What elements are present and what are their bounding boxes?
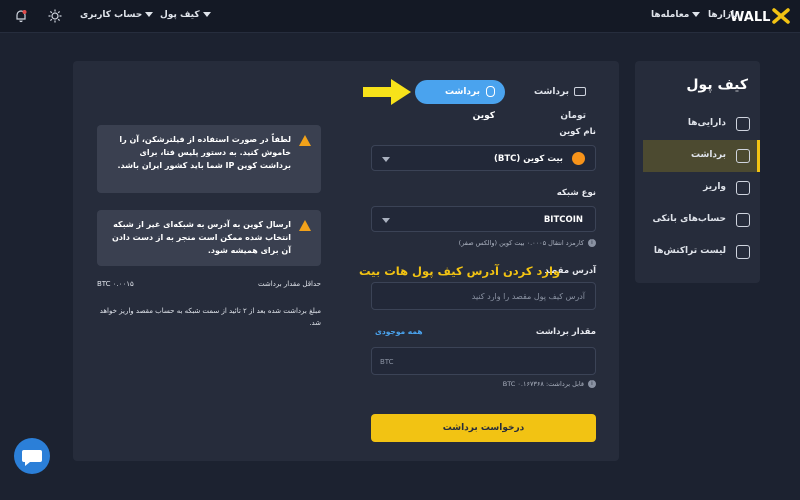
tab-withdraw-coin[interactable]: برداشت کوین	[415, 80, 505, 121]
network-label: نوع شبکه	[556, 188, 596, 198]
nav-markets[interactable]: بازارها	[708, 10, 738, 20]
withdraw-panel: برداشت تومان برداشت کوین نام کوین بیت کو…	[73, 61, 619, 461]
sidebar-title: کیف پول	[686, 77, 748, 93]
bank-card-icon	[736, 213, 750, 227]
chevron-down-icon	[692, 12, 701, 17]
sidebar-item-bank-accounts[interactable]: حساب‌های بانکی	[635, 204, 760, 236]
sidebar-item-deposit[interactable]: واریز	[635, 172, 760, 204]
available-balance-hint: i قابل برداشت: ۰.۱۶۷۳۶۸ BTC	[503, 380, 596, 388]
min-withdraw-label: حداقل مقدار برداشت	[258, 280, 321, 288]
vpn-warning-box: لطفاً در صورت استفاده از فیلترشکن، آن را…	[97, 125, 321, 193]
chevron-down-icon	[382, 218, 390, 223]
confirmation-note: مبلغ برداشت شده بعد از ۲ تائید از سمت شب…	[99, 307, 321, 327]
sidebar-item-transactions[interactable]: لیست تراکنش‌ها	[635, 236, 760, 268]
tab-withdraw-toman[interactable]: برداشت تومان	[510, 80, 596, 121]
sidebar-item-assets[interactable]: دارایی‌ها	[635, 108, 760, 140]
address-annotation: وارد کردن آدرس کیف پول هات بیت	[359, 264, 561, 278]
coin-label: نام کوین	[559, 127, 596, 137]
card-icon	[574, 87, 586, 96]
coin-select[interactable]: بیت کوین (BTC)	[371, 145, 596, 171]
amount-unit: BTC	[380, 358, 394, 366]
sidebar-item-label: حساب‌های بانکی	[652, 214, 726, 224]
network-warning-text: ارسال کوین به آدرس به شبکه‌ای غیر از شبک…	[112, 220, 291, 255]
network-fee-hint: i کارمزد انتقال ۰.۰۰۰۵ بیت کوین (والکس صف…	[459, 239, 596, 247]
network-select-value: BITCOIN	[543, 215, 583, 225]
network-fee-text: کارمزد انتقال ۰.۰۰۰۵ بیت کوین (والکس صفر…	[458, 239, 584, 247]
bitcoin-icon	[572, 152, 585, 165]
nav-account[interactable]: حساب کاربری	[80, 10, 154, 20]
wallet-sidebar: کیف پول دارایی‌ها برداشت واریز حساب‌های …	[635, 61, 760, 283]
nav-wallet[interactable]: کیف پول	[160, 10, 211, 20]
nav-trades[interactable]: معامله‌ها	[651, 10, 701, 20]
coin-stack-icon	[486, 86, 495, 97]
transactions-icon	[736, 245, 750, 259]
available-balance-text: قابل برداشت: ۰.۱۶۷۳۶۸ BTC	[502, 380, 584, 388]
warning-icon	[299, 135, 311, 146]
all-balance-link[interactable]: همه موجودی	[375, 327, 423, 336]
nav-wallet-label: کیف پول	[160, 10, 200, 20]
support-chat-button[interactable]	[14, 438, 50, 474]
top-navbar: WALL بازارها معامله‌ها کیف پول حساب کارب…	[0, 0, 800, 33]
sidebar-item-label: لیست تراکنش‌ها	[653, 246, 726, 256]
sidebar-item-label: واریز	[703, 182, 726, 192]
chat-bubble-icon	[22, 450, 42, 466]
theme-sun-icon[interactable]	[48, 9, 62, 23]
withdraw-icon	[736, 149, 750, 163]
nav-account-label: حساب کاربری	[80, 10, 143, 20]
nav-trades-label: معامله‌ها	[651, 10, 690, 20]
sidebar-item-label: برداشت	[690, 150, 726, 160]
yellow-arrow-pointer	[363, 79, 411, 105]
withdraw-request-button[interactable]: درخواست برداشت	[371, 414, 596, 442]
min-withdraw-value: ۰.۰۰۱۵ BTC	[97, 280, 134, 288]
amount-label: مقدار برداشت	[535, 327, 596, 337]
network-select[interactable]: BITCOIN	[371, 206, 596, 232]
address-placeholder: آدرس کیف پول مقصد را وارد کنید	[471, 292, 585, 301]
deposit-icon	[736, 181, 750, 195]
warning-icon	[299, 220, 311, 231]
info-icon: i	[588, 380, 596, 388]
chevron-down-icon	[382, 157, 390, 162]
vpn-warning-text: لطفاً در صورت استفاده از فیلترشکن، آن را…	[117, 135, 292, 170]
amount-input[interactable]: BTC	[371, 347, 596, 375]
coin-select-value: بیت کوین (BTC)	[494, 154, 563, 164]
chevron-down-icon	[202, 12, 211, 17]
network-warning-box: ارسال کوین به آدرس به شبکه‌ای غیر از شبک…	[97, 210, 321, 266]
sidebar-item-withdraw[interactable]: برداشت	[643, 140, 760, 172]
wallex-logo[interactable]: WALL	[730, 7, 790, 25]
info-icon: i	[588, 239, 596, 247]
chevron-down-icon	[145, 12, 154, 17]
sidebar-item-label: دارایی‌ها	[687, 118, 726, 128]
notification-bell-icon[interactable]	[14, 9, 28, 23]
wallet-icon	[736, 117, 750, 131]
address-input[interactable]: آدرس کیف پول مقصد را وارد کنید	[371, 282, 596, 310]
